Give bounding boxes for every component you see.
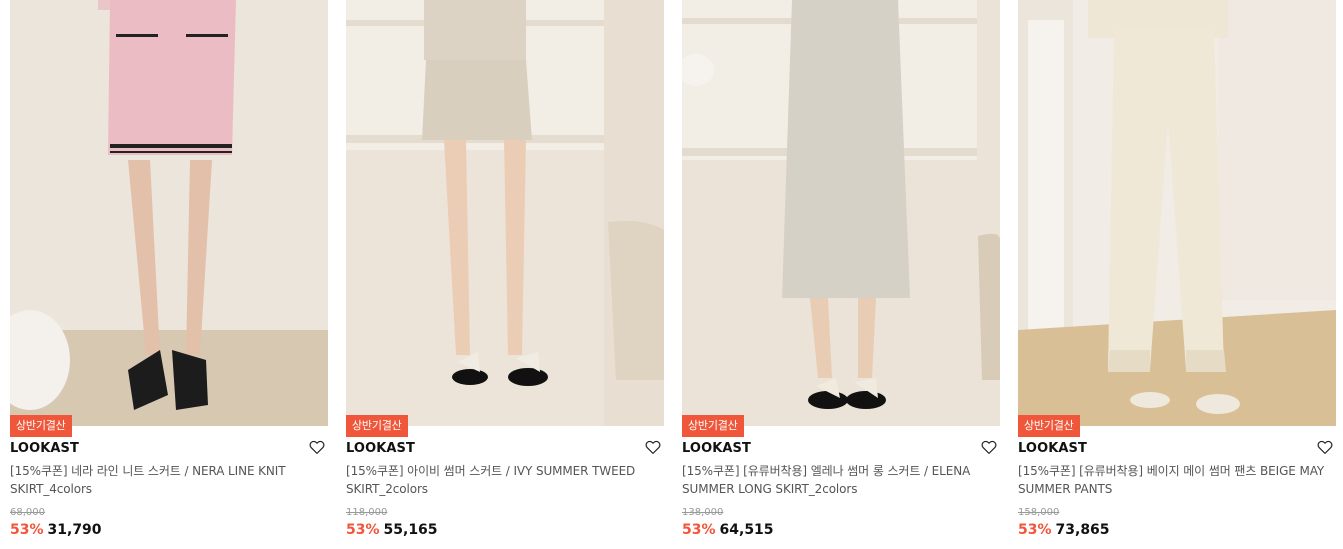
- sale-badge: 상반기결산: [346, 415, 408, 437]
- product-image[interactable]: [1018, 0, 1336, 426]
- original-price: 118,000: [346, 507, 388, 518]
- sale-price: 55,165: [383, 522, 438, 538]
- product-image[interactable]: [10, 0, 328, 426]
- brand-name[interactable]: LOOKAST: [1018, 441, 1087, 456]
- product-card[interactable]: 상반기결산 LOOKAST [15%쿠폰] [유류버착용] 베이지 메이 썸머 …: [1018, 0, 1336, 549]
- heart-icon[interactable]: [308, 438, 326, 456]
- product-name[interactable]: [15%쿠폰] [유류버착용] 베이지 메이 썸머 팬츠 BEIGE MAY S…: [1018, 462, 1330, 498]
- price-row: 53% 55,165: [346, 522, 438, 538]
- heart-icon[interactable]: [1316, 438, 1334, 456]
- product-name[interactable]: [15%쿠폰] 네라 라인 니트 스커트 / NERA LINE KNIT SK…: [10, 462, 322, 498]
- product-image[interactable]: [346, 0, 664, 426]
- sale-price: 64,515: [719, 522, 774, 538]
- sale-price: 73,865: [1055, 522, 1110, 538]
- brand-name[interactable]: LOOKAST: [346, 441, 415, 456]
- original-price: 138,000: [682, 507, 724, 518]
- price-row: 53% 31,790: [10, 522, 102, 538]
- discount-rate: 53%: [346, 522, 380, 538]
- sale-badge: 상반기결산: [1018, 415, 1080, 437]
- sale-badge: 상반기결산: [10, 415, 72, 437]
- original-price: 158,000: [1018, 507, 1060, 518]
- product-image[interactable]: [682, 0, 1000, 426]
- brand-name[interactable]: LOOKAST: [682, 441, 751, 456]
- sale-badge: 상반기결산: [682, 415, 744, 437]
- product-card[interactable]: 상반기결산 LOOKAST [15%쿠폰] [유류버착용] 엘레나 썸머 롱 스…: [682, 0, 1000, 549]
- product-name[interactable]: [15%쿠폰] [유류버착용] 엘레나 썸머 롱 스커트 / ELENA SUM…: [682, 462, 994, 498]
- sale-price: 31,790: [47, 522, 102, 538]
- original-price: 68,000: [10, 507, 45, 518]
- product-card[interactable]: 상반기결산 LOOKAST [15%쿠폰] 네라 라인 니트 스커트 / NER…: [10, 0, 328, 549]
- heart-icon[interactable]: [644, 438, 662, 456]
- product-card[interactable]: 상반기결산 LOOKAST [15%쿠폰] 아이비 썸머 스커트 / IVY S…: [346, 0, 664, 549]
- heart-icon[interactable]: [980, 438, 998, 456]
- discount-rate: 53%: [10, 522, 44, 538]
- price-row: 53% 64,515: [682, 522, 774, 538]
- discount-rate: 53%: [682, 522, 716, 538]
- brand-name[interactable]: LOOKAST: [10, 441, 79, 456]
- price-row: 53% 73,865: [1018, 522, 1110, 538]
- discount-rate: 53%: [1018, 522, 1052, 538]
- product-name[interactable]: [15%쿠폰] 아이비 썸머 스커트 / IVY SUMMER TWEED SK…: [346, 462, 658, 498]
